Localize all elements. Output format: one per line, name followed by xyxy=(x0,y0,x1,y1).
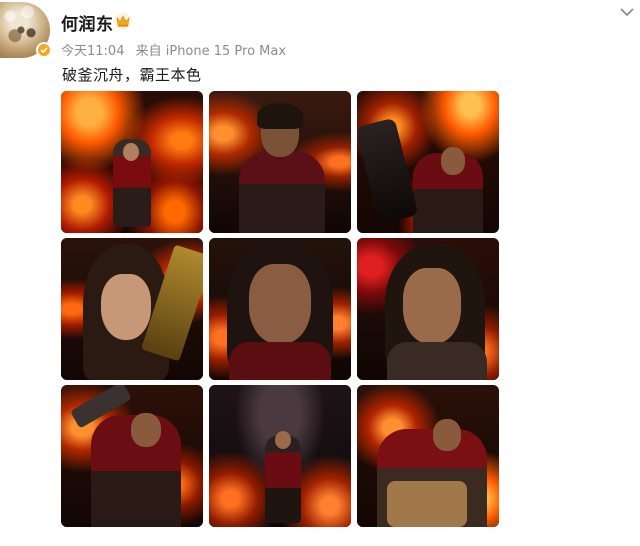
image-grid xyxy=(61,91,499,529)
grid-image-7[interactable] xyxy=(61,385,203,527)
post-source: 来自 iPhone 15 Pro Max xyxy=(135,44,287,59)
verified-badge-icon xyxy=(36,42,52,58)
grid-image-9[interactable] xyxy=(357,385,499,527)
crown-icon[interactable] xyxy=(114,12,132,30)
username[interactable]: 何润东 xyxy=(61,10,114,35)
post-meta: 今天11:04 来自 iPhone 15 Pro Max xyxy=(61,40,293,59)
grid-image-3[interactable] xyxy=(357,91,499,233)
weibo-post: 何润东 今天11:04 来自 iPhone 15 Pro Max 破釜沉舟，霸王… xyxy=(0,0,640,546)
grid-image-6[interactable] xyxy=(357,238,499,380)
grid-image-5[interactable] xyxy=(209,238,351,380)
grid-image-4[interactable] xyxy=(61,238,203,380)
post-time: 今天11:04 xyxy=(61,44,125,59)
grid-image-2[interactable] xyxy=(209,91,351,233)
grid-image-1[interactable] xyxy=(61,91,203,233)
grid-image-8[interactable] xyxy=(209,385,351,527)
post-text: 破釜沉舟，霸王本色 xyxy=(62,66,202,84)
chevron-down-icon[interactable] xyxy=(619,6,635,18)
